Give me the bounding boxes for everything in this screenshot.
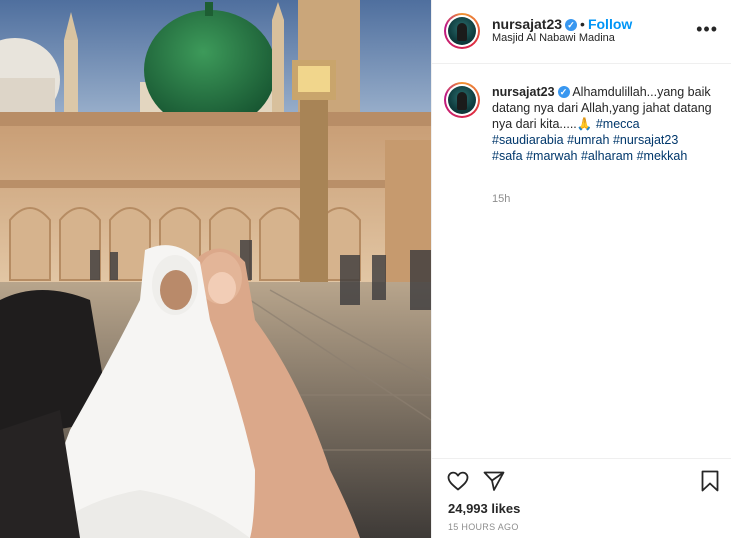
avatar-image [448, 86, 476, 114]
more-options-icon[interactable]: ••• [696, 20, 718, 38]
location-link[interactable]: Masjid Al Nabawi Madina [492, 32, 615, 44]
pray-emoji-icon: 🙏 [576, 117, 593, 131]
hashtag-link[interactable]: #mecca [596, 117, 640, 131]
header-username-line: nursajat23 ✓ • Follow [492, 16, 632, 32]
follow-button[interactable]: Follow [588, 16, 632, 32]
post-photo[interactable] [0, 0, 431, 538]
caption-avatar[interactable] [444, 82, 480, 118]
hashtag-link[interactable]: #nursajat23 [613, 133, 678, 147]
likes-number: 24,993 [448, 501, 488, 516]
hashtag-link[interactable]: #saudiarabia [492, 133, 564, 147]
avatar[interactable] [444, 13, 480, 49]
hashtag-link[interactable]: #safa [492, 149, 523, 163]
mosque-photo-illustration [0, 0, 431, 538]
bookmark-icon[interactable] [698, 469, 722, 493]
username-link[interactable]: nursajat23 [492, 16, 562, 32]
hashtag-link[interactable]: #mekkah [637, 149, 688, 163]
post-header: nursajat23 ✓ • Follow Masjid Al Nabawi Madi… [432, 0, 731, 64]
caption-time: 15h [492, 193, 511, 205]
caption-username[interactable]: nursajat23 [492, 85, 555, 99]
hashtag-link[interactable]: #marwah [526, 149, 577, 163]
post-caption: nursajat23 ✓ Alhamdulillah...yang baik da… [492, 84, 712, 164]
post-actions: 24,993 likes 15 HOURS AGO [432, 458, 731, 538]
verified-badge-icon: ✓ [557, 86, 570, 98]
likes-label: likes [491, 501, 521, 516]
likes-count[interactable]: 24,993 likes [448, 501, 520, 516]
share-icon[interactable] [482, 469, 506, 493]
separator-dot: • [580, 16, 585, 32]
hashtag-link[interactable]: #alharam [581, 149, 633, 163]
hashtag-link[interactable]: #umrah [567, 133, 609, 147]
heart-icon[interactable] [446, 469, 470, 493]
avatar-image [448, 17, 476, 45]
post-timestamp[interactable]: 15 HOURS AGO [448, 522, 519, 532]
post-side-panel: nursajat23 ✓ • Follow Masjid Al Nabawi Madi… [431, 0, 731, 538]
verified-badge-icon: ✓ [565, 19, 578, 31]
